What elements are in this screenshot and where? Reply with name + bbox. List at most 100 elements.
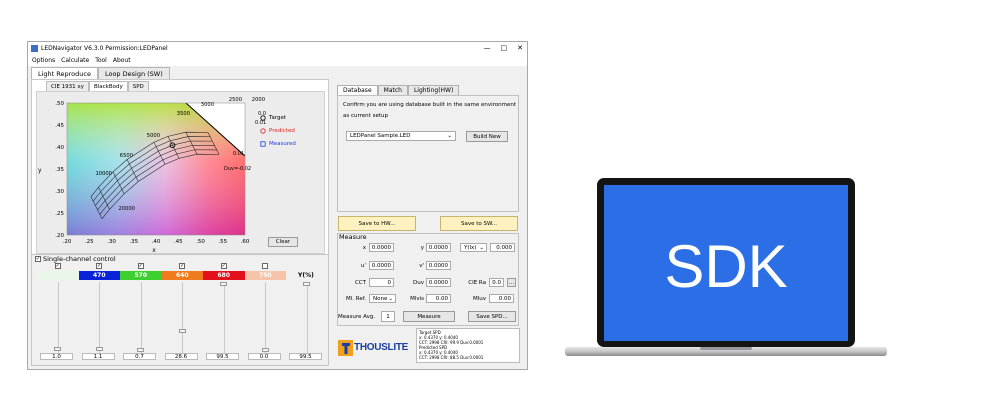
channel-slider-thumb[interactable] xyxy=(178,329,186,334)
channel-checkbox[interactable] xyxy=(262,263,269,269)
channel-swatch: 750 xyxy=(244,271,286,280)
channel-checkbox[interactable]: ✓ xyxy=(54,263,61,269)
menu-options[interactable]: Options xyxy=(32,57,55,64)
tab-lighting-hw[interactable]: Lighting(HW) xyxy=(407,85,460,95)
mluv-label: Mluv xyxy=(472,296,486,302)
chromaticity-chart[interactable]: .20 .25 .30 .35 .40 .45 .50 .55 .60 .50 .45 .40 .35.… xyxy=(36,94,266,254)
app-icon xyxy=(31,45,38,52)
channel-slider-track[interactable] xyxy=(140,282,142,354)
y-tick-label: .20 xyxy=(55,233,64,239)
channel-slider-track[interactable] xyxy=(57,282,59,354)
main-tabs: Light Reproduce Loop Design (SW) xyxy=(31,67,170,79)
channel-checkbox[interactable]: ✓ xyxy=(137,263,144,269)
clear-button[interactable]: Clear xyxy=(268,237,298,247)
save-spd-button[interactable]: Save SPD... xyxy=(468,311,516,322)
cct-label: 20000 xyxy=(118,206,135,212)
channel-swatch: 470 xyxy=(78,271,120,280)
y-axis-label: y xyxy=(38,167,42,174)
database-select[interactable]: LEDPanel Sample.LED ⌄ xyxy=(346,131,456,141)
mlvis-value: 0.00 xyxy=(426,294,451,303)
channel-checkbox[interactable]: ✓ xyxy=(179,263,186,269)
tab-match[interactable]: Match xyxy=(377,85,408,95)
tab-loop-design[interactable]: Loop Design (SW) xyxy=(97,67,170,79)
save-to-sw-button[interactable]: Save to SW... xyxy=(440,216,518,231)
measure-avg-input[interactable]: 1 xyxy=(381,311,395,322)
cct-label: 10000 xyxy=(95,171,112,177)
channel-slider-thumb[interactable] xyxy=(261,348,269,352)
measure-button[interactable]: Measure xyxy=(403,311,455,322)
channel-value: 1.1 xyxy=(81,353,115,360)
channel-checkbox[interactable]: ✓ xyxy=(220,263,227,269)
tab-blackbody[interactable]: BlackBody xyxy=(88,81,128,91)
build-new-button[interactable]: Build New xyxy=(466,131,508,142)
channel-slider-track[interactable] xyxy=(223,282,225,354)
channel-checkbox[interactable]: ✓ xyxy=(96,263,103,269)
info-line: CCT: 2998 CRI: 88.5 Duv:0.0001 xyxy=(419,355,484,360)
channel-value: 0.7 xyxy=(123,353,156,360)
y-percent-label: Y(%) xyxy=(298,272,314,279)
legend-measured: Measured xyxy=(260,141,296,147)
ml-ref-select[interactable]: None ⌄ xyxy=(369,294,396,303)
measure-avg-label: Measure Avg. xyxy=(338,314,376,320)
legend-predicted: Predicted xyxy=(260,128,295,134)
channel-slider-thumb[interactable] xyxy=(220,282,228,287)
single-channel-toggle[interactable]: ✓ Single-channel control xyxy=(35,255,116,263)
channel-slider-thumb[interactable] xyxy=(95,347,103,352)
x-value: 0.0000 xyxy=(369,243,394,252)
channel-slider-thumb[interactable] xyxy=(54,347,62,352)
y-tick-label: .45 xyxy=(55,123,64,129)
measured-marker-icon xyxy=(260,141,266,147)
laptop-illustration: SDK xyxy=(565,178,887,356)
sdk-label: SDK xyxy=(664,233,787,300)
close-icon[interactable]: ✕ xyxy=(517,44,523,52)
cie-ra-value: 0.0 xyxy=(489,278,504,287)
save-to-hw-button[interactable]: Save to HW... xyxy=(338,216,416,231)
y-tick-label: .50 xyxy=(55,101,64,107)
tab-light-reproduce[interactable]: Light Reproduce xyxy=(31,67,98,79)
channel-swatch xyxy=(37,271,79,280)
window-title: LEDNavigator V6.3.0 Permission:LEDPanel xyxy=(41,45,168,52)
channel-swatch: 680 xyxy=(203,271,245,280)
channel-slider-track[interactable] xyxy=(306,282,308,354)
y-unit-value: 0.000 xyxy=(490,243,515,252)
chevron-down-icon: ⌄ xyxy=(447,133,452,139)
tab-cie-1931[interactable]: CIE 1931 xy xyxy=(46,81,89,91)
x-tick-label: .40 xyxy=(152,239,161,245)
database-message-2: as current setup xyxy=(343,113,388,119)
y-unit-select[interactable]: Y(lx) ⌄ xyxy=(460,243,487,252)
tab-spd[interactable]: SPD xyxy=(127,81,149,91)
menu-bar: Options Calculate Tool About xyxy=(28,55,527,66)
measure-title: Measure xyxy=(339,233,367,241)
y-tick-label: .40 xyxy=(55,145,64,151)
channel-slider-track[interactable] xyxy=(99,282,101,354)
thouslite-logo: THOUSLITE xyxy=(338,335,408,360)
mlvis-label: Mlvis xyxy=(410,296,424,302)
menu-calculate[interactable]: Calculate xyxy=(61,57,89,64)
x-tick-label: .35 xyxy=(129,239,138,245)
menu-about[interactable]: About xyxy=(113,57,131,64)
channel-slider-thumb[interactable] xyxy=(303,282,311,287)
minimize-icon[interactable]: — xyxy=(484,44,491,52)
y-value: 0.0000 xyxy=(426,243,451,252)
menu-tool[interactable]: Tool xyxy=(95,57,107,64)
channel-value: 28.6 xyxy=(164,353,198,360)
cct-label: 5000 xyxy=(147,133,160,139)
single-channel-checkbox[interactable]: ✓ xyxy=(35,256,41,262)
channel-slider-track[interactable] xyxy=(265,282,267,354)
duv-label: 0.01 xyxy=(233,151,244,157)
x-tick-label: .60 xyxy=(241,239,250,245)
ra-details-button[interactable]: ... xyxy=(507,278,516,287)
channel-slider-track[interactable] xyxy=(182,282,184,354)
cct-label: 2000 xyxy=(252,97,265,103)
tab-database[interactable]: Database xyxy=(337,85,378,95)
chevron-down-icon: ⌄ xyxy=(388,295,393,302)
target-marker-icon xyxy=(260,115,266,121)
cie-ra-label: CIE Ra xyxy=(468,280,486,286)
app-window: LEDNavigator V6.3.0 Permission:LEDPanel … xyxy=(27,41,528,370)
cct-label: 3000 xyxy=(201,102,214,108)
maximize-icon[interactable]: □ xyxy=(501,44,508,52)
channel-slider-thumb[interactable] xyxy=(137,347,145,352)
cct-label: 6500 xyxy=(120,153,133,159)
duv-label: Duv xyxy=(413,280,424,286)
x-tick-label: .45 xyxy=(174,239,183,245)
